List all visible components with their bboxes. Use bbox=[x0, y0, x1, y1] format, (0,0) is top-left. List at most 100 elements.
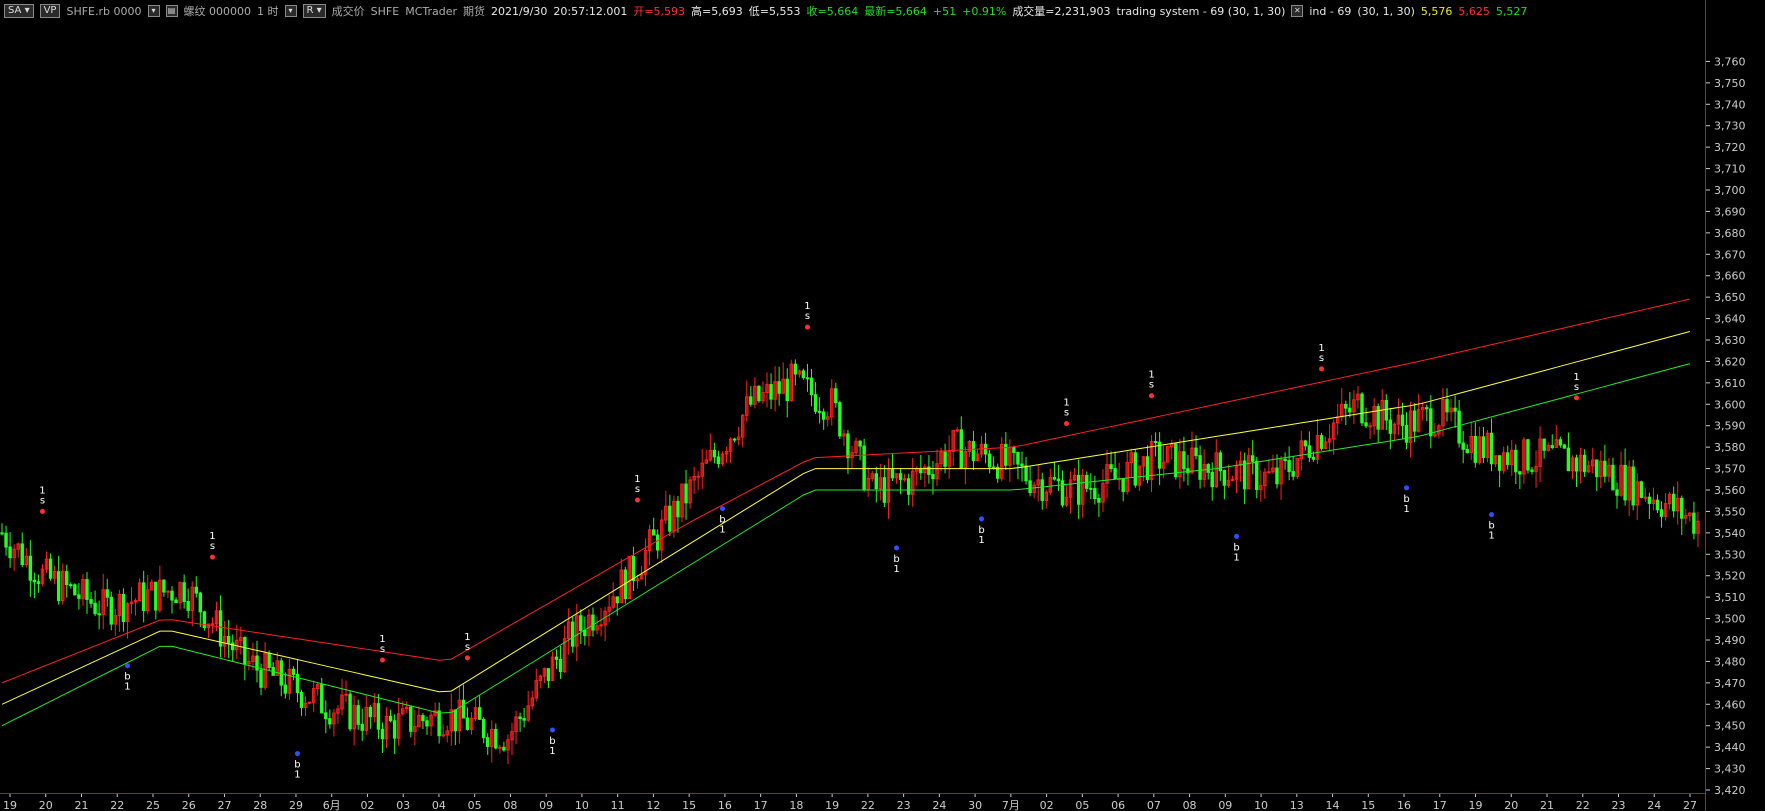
candle-body bbox=[154, 581, 158, 611]
candle-body bbox=[1028, 480, 1032, 494]
candle-body bbox=[231, 642, 235, 651]
signal-marker bbox=[124, 663, 130, 669]
x-tick-label: 29 bbox=[289, 799, 303, 811]
vp-button[interactable]: VP bbox=[39, 4, 61, 18]
candle-body bbox=[48, 558, 53, 579]
price-axis-border bbox=[1705, 0, 1706, 811]
candle-body bbox=[1514, 449, 1518, 473]
candle-body bbox=[712, 449, 717, 458]
candle-body bbox=[105, 589, 109, 598]
candle-body bbox=[1360, 393, 1364, 424]
candle-body bbox=[425, 720, 429, 727]
x-tick-label: 10 bbox=[575, 799, 589, 811]
candle-body bbox=[846, 433, 850, 459]
candle-body bbox=[1153, 441, 1158, 444]
signal-label: s bbox=[40, 495, 45, 506]
candle-body bbox=[898, 473, 903, 480]
candle-body bbox=[291, 668, 296, 675]
candle-body bbox=[1643, 496, 1648, 499]
candle-body bbox=[198, 592, 203, 613]
candle-body bbox=[558, 658, 563, 672]
x-tick-label: 05 bbox=[468, 799, 482, 811]
signal-marker bbox=[894, 545, 900, 551]
price-chart[interactable]: 3,760 3,750 3,740 3,730 3,720 3,710 3,700 3,690… bbox=[0, 22, 1765, 811]
r-button[interactable]: R ▾ bbox=[302, 4, 326, 18]
candle-body bbox=[1603, 460, 1607, 477]
candle-body bbox=[1481, 436, 1486, 458]
candle-body bbox=[991, 466, 996, 469]
candle-body bbox=[906, 478, 911, 495]
candle-body bbox=[1056, 478, 1061, 482]
signal-marker bbox=[39, 508, 45, 514]
candle-body bbox=[360, 723, 364, 731]
x-tick-label: 14 bbox=[1326, 799, 1340, 811]
x-tick-label: 25 bbox=[146, 799, 160, 811]
x-tick-label: 28 bbox=[253, 799, 267, 811]
candle-body bbox=[1562, 444, 1567, 449]
x-tick-label: 06 bbox=[1111, 799, 1125, 811]
candle-body bbox=[1206, 464, 1210, 473]
timeframe-dropdown-icon[interactable]: ▾ bbox=[284, 5, 297, 17]
close-icon[interactable]: ✕ bbox=[1291, 5, 1304, 17]
candle-body bbox=[226, 635, 231, 644]
signal-marker bbox=[804, 324, 810, 330]
chart-type-icon[interactable]: ▤ bbox=[165, 5, 178, 17]
signal-label: s bbox=[465, 642, 470, 653]
signal-label: s bbox=[1319, 353, 1324, 364]
y-tick-label: 3,730 bbox=[1714, 120, 1746, 133]
candle-body bbox=[1404, 424, 1409, 443]
candle-body bbox=[1615, 489, 1619, 496]
candle-body bbox=[1497, 455, 1502, 471]
high-value: 高=5,693 bbox=[691, 5, 743, 18]
candle-body bbox=[465, 717, 470, 730]
candle-body bbox=[1182, 451, 1186, 470]
x-tick-label: 20 bbox=[39, 799, 53, 811]
x-tick-label: 22 bbox=[110, 799, 124, 811]
x-tick-label: 05 bbox=[1075, 799, 1089, 811]
candle-body bbox=[716, 456, 721, 465]
x-tick-label: 22 bbox=[861, 799, 875, 811]
y-tick-label: 3,480 bbox=[1714, 655, 1746, 668]
candle-body bbox=[749, 396, 753, 405]
x-tick-label: 12 bbox=[646, 799, 660, 811]
candle-body bbox=[651, 529, 656, 536]
candle-body bbox=[1671, 493, 1676, 512]
y-tick-label: 3,630 bbox=[1714, 334, 1746, 347]
volume-value: 成交量=2,231,903 bbox=[1012, 5, 1111, 18]
x-tick-label: 07 bbox=[1147, 799, 1161, 811]
candle-body bbox=[732, 438, 737, 441]
y-tick-label: 3,440 bbox=[1714, 741, 1746, 754]
candle-body bbox=[801, 370, 806, 379]
candle-body bbox=[1680, 497, 1684, 519]
candle-body bbox=[1412, 410, 1417, 432]
chevron-down-icon: ▾ bbox=[316, 5, 322, 16]
signal-marker bbox=[294, 751, 300, 757]
y-tick-label: 3,670 bbox=[1714, 248, 1746, 261]
candle-body bbox=[1425, 407, 1429, 410]
candle-body bbox=[615, 596, 619, 604]
signal-marker bbox=[1064, 421, 1070, 427]
candle-body bbox=[1582, 454, 1587, 473]
y-tick-label: 3,560 bbox=[1714, 484, 1746, 497]
symbol-select-button[interactable]: SA ▾ bbox=[4, 4, 34, 18]
candle-body bbox=[243, 637, 247, 665]
price-type-label: 成交价 bbox=[331, 5, 365, 18]
candle-body bbox=[1052, 477, 1057, 480]
x-tick-label: 03 bbox=[396, 799, 410, 811]
x-tick-label: 11 bbox=[611, 799, 625, 811]
candle-body bbox=[1093, 488, 1097, 500]
candle-body bbox=[1550, 445, 1554, 448]
candle-body bbox=[571, 621, 575, 647]
candle-body bbox=[77, 594, 81, 599]
candle-body bbox=[599, 624, 603, 627]
candle-body bbox=[1186, 468, 1190, 474]
y-tick-label: 3,750 bbox=[1714, 77, 1746, 90]
candle-body bbox=[656, 534, 660, 551]
candle-body bbox=[32, 579, 37, 583]
x-tick-label: 04 bbox=[432, 799, 446, 811]
dropdown-icon[interactable]: ▾ bbox=[147, 5, 160, 17]
candle-body bbox=[498, 746, 502, 749]
candle-body bbox=[1518, 471, 1522, 475]
candle-body bbox=[1558, 439, 1563, 446]
exchange-label: SHFE bbox=[370, 4, 400, 18]
